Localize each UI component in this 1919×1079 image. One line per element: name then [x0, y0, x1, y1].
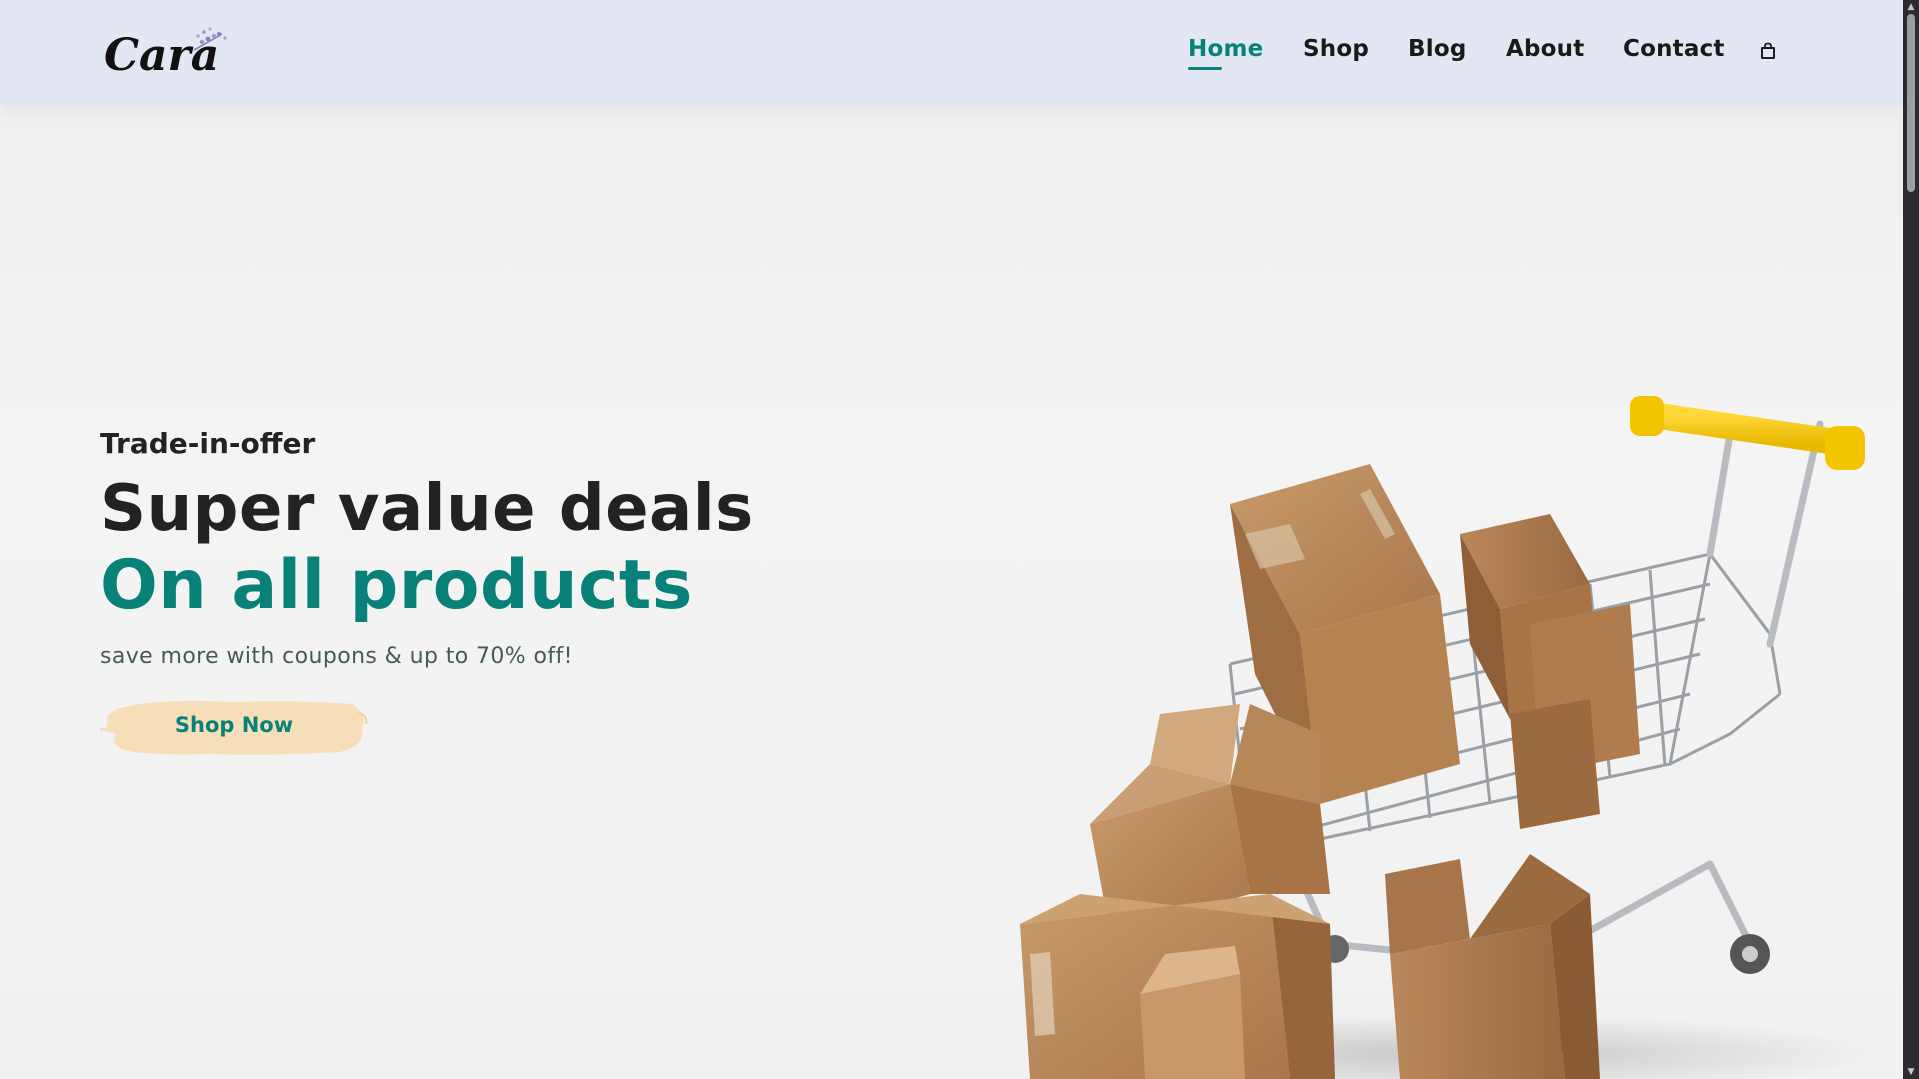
main-nav: Home Shop Blog About Contact: [0, 36, 1903, 68]
scroll-thumb[interactable]: [1907, 14, 1915, 192]
shopping-bag-icon[interactable]: [1758, 41, 1778, 61]
hero-headline: Super value deals: [100, 472, 754, 546]
shop-now-button[interactable]: Shop Now: [100, 694, 368, 760]
page-scrollbar[interactable]: ▲ ▼: [1903, 0, 1919, 1079]
shop-now-label: Shop Now: [174, 713, 294, 737]
nav-contact[interactable]: Contact: [1623, 36, 1725, 62]
site-header: Cara Home Shop Blog About Contact: [0, 0, 1903, 104]
hero-kicker: Trade-in-offer: [100, 427, 316, 460]
nav-about[interactable]: About: [1506, 36, 1584, 62]
scroll-down-icon[interactable]: ▼: [1906, 1067, 1916, 1077]
hero-text-block: Trade-in-offer Super value deals On all …: [100, 104, 900, 804]
hero-headline-accent: On all products: [100, 546, 693, 625]
active-nav-underline: [1188, 67, 1222, 70]
nav-home[interactable]: Home: [1188, 36, 1263, 62]
shopping-cart-illustration: [990, 334, 1880, 1079]
hero-subtitle: save more with coupons & up to 70% off!: [100, 644, 573, 669]
hero-section: Trade-in-offer Super value deals On all …: [0, 104, 1903, 1079]
nav-shop[interactable]: Shop: [1303, 36, 1369, 62]
scroll-up-icon[interactable]: ▲: [1906, 2, 1916, 12]
nav-blog[interactable]: Blog: [1408, 36, 1466, 62]
